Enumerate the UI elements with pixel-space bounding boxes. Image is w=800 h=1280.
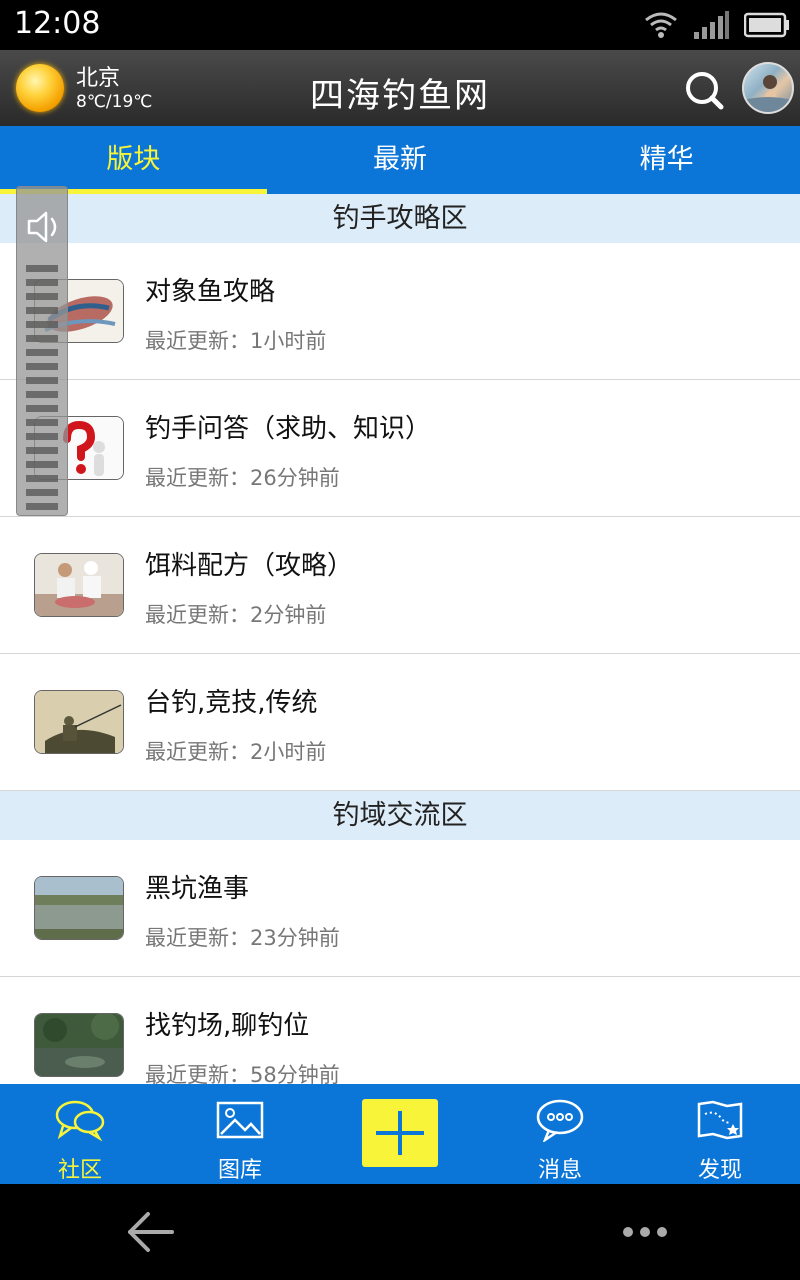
tab-sections[interactable]: 版块 (0, 126, 267, 194)
add-button[interactable] (362, 1099, 438, 1167)
row-updated: 最近更新：23分钟前 (145, 926, 340, 950)
plus-icon (376, 1111, 424, 1155)
search-icon[interactable] (684, 70, 724, 110)
list-item[interactable]: 台钓,竞技,传统 最近更新：2小时前 (0, 654, 800, 791)
back-arrow-icon[interactable] (126, 1210, 176, 1254)
row-updated: 最近更新：2分钟前 (145, 603, 327, 627)
nav-gallery[interactable]: 图库 (180, 1084, 300, 1184)
list-item[interactable]: 钓手问答（求助、知识） 最近更新：26分钟前 (0, 380, 800, 517)
image-icon (216, 1101, 264, 1139)
bottom-nav: 社区 图库 消息 发现 (0, 1084, 800, 1184)
avatar[interactable] (742, 62, 794, 114)
row-title: 黑坑渔事 (145, 874, 250, 904)
nav-discover[interactable]: 发现 (660, 1084, 780, 1184)
chat-bubbles-icon (55, 1100, 105, 1142)
status-time: 12:08 (14, 6, 101, 41)
forum-list: 钓手攻略区 对象鱼攻略 最近更新：1小时前 钓手问答（求助、知识） 最近更新：2… (0, 194, 800, 1084)
row-title: 对象鱼攻略 (145, 277, 276, 307)
nav-messages[interactable]: 消息 (500, 1084, 620, 1184)
row-title: 台钓,竞技,传统 (145, 688, 318, 718)
system-nav-bar (0, 1184, 800, 1280)
pond-thumbnail (34, 876, 124, 940)
message-icon (536, 1099, 584, 1142)
wifi-icon (645, 12, 677, 38)
row-updated: 最近更新：2小时前 (145, 740, 327, 764)
volume-overlay[interactable] (16, 186, 68, 516)
tab-featured[interactable]: 精华 (533, 126, 800, 194)
row-title: 饵料配方（攻略） (145, 551, 354, 581)
list-item[interactable]: 找钓场,聊钓位 最近更新：58分钟前 (0, 977, 800, 1084)
battery-icon (744, 12, 789, 38)
section-header: 钓域交流区 (0, 791, 800, 840)
volume-level[interactable] (26, 265, 58, 517)
bait-thumbnail (34, 553, 124, 617)
row-updated: 最近更新：58分钟前 (145, 1063, 340, 1084)
fishing-thumbnail (34, 690, 124, 754)
section-header: 钓手攻略区 (0, 194, 800, 243)
more-icon[interactable] (620, 1222, 670, 1242)
status-icons (644, 8, 790, 42)
signal-icon (694, 11, 729, 39)
status-bar: 12:08 (0, 0, 800, 50)
nav-label: 图库 (217, 1158, 262, 1183)
nav-label: 消息 (537, 1158, 582, 1183)
map-icon (697, 1100, 743, 1140)
tab-latest[interactable]: 最新 (267, 126, 534, 194)
row-title: 钓手问答（求助、知识） (145, 414, 432, 444)
row-updated: 最近更新：26分钟前 (145, 466, 340, 490)
spot-thumbnail (34, 1013, 124, 1077)
speaker-icon (27, 211, 57, 243)
nav-community[interactable]: 社区 (20, 1084, 140, 1184)
nav-label: 发现 (697, 1158, 742, 1183)
row-updated: 最近更新：1小时前 (145, 329, 327, 353)
app-header: 北京 8℃/19℃ 四海钓鱼网 (0, 50, 800, 126)
list-item[interactable]: 黑坑渔事 最近更新：23分钟前 (0, 840, 800, 977)
nav-label: 社区 (57, 1158, 102, 1183)
list-item[interactable]: 对象鱼攻略 最近更新：1小时前 (0, 243, 800, 380)
list-item[interactable]: 饵料配方（攻略） 最近更新：2分钟前 (0, 517, 800, 654)
app-title: 四海钓鱼网 (310, 76, 490, 116)
tab-bar: 版块 最新 精华 (0, 126, 800, 194)
row-title: 找钓场,聊钓位 (145, 1011, 310, 1041)
